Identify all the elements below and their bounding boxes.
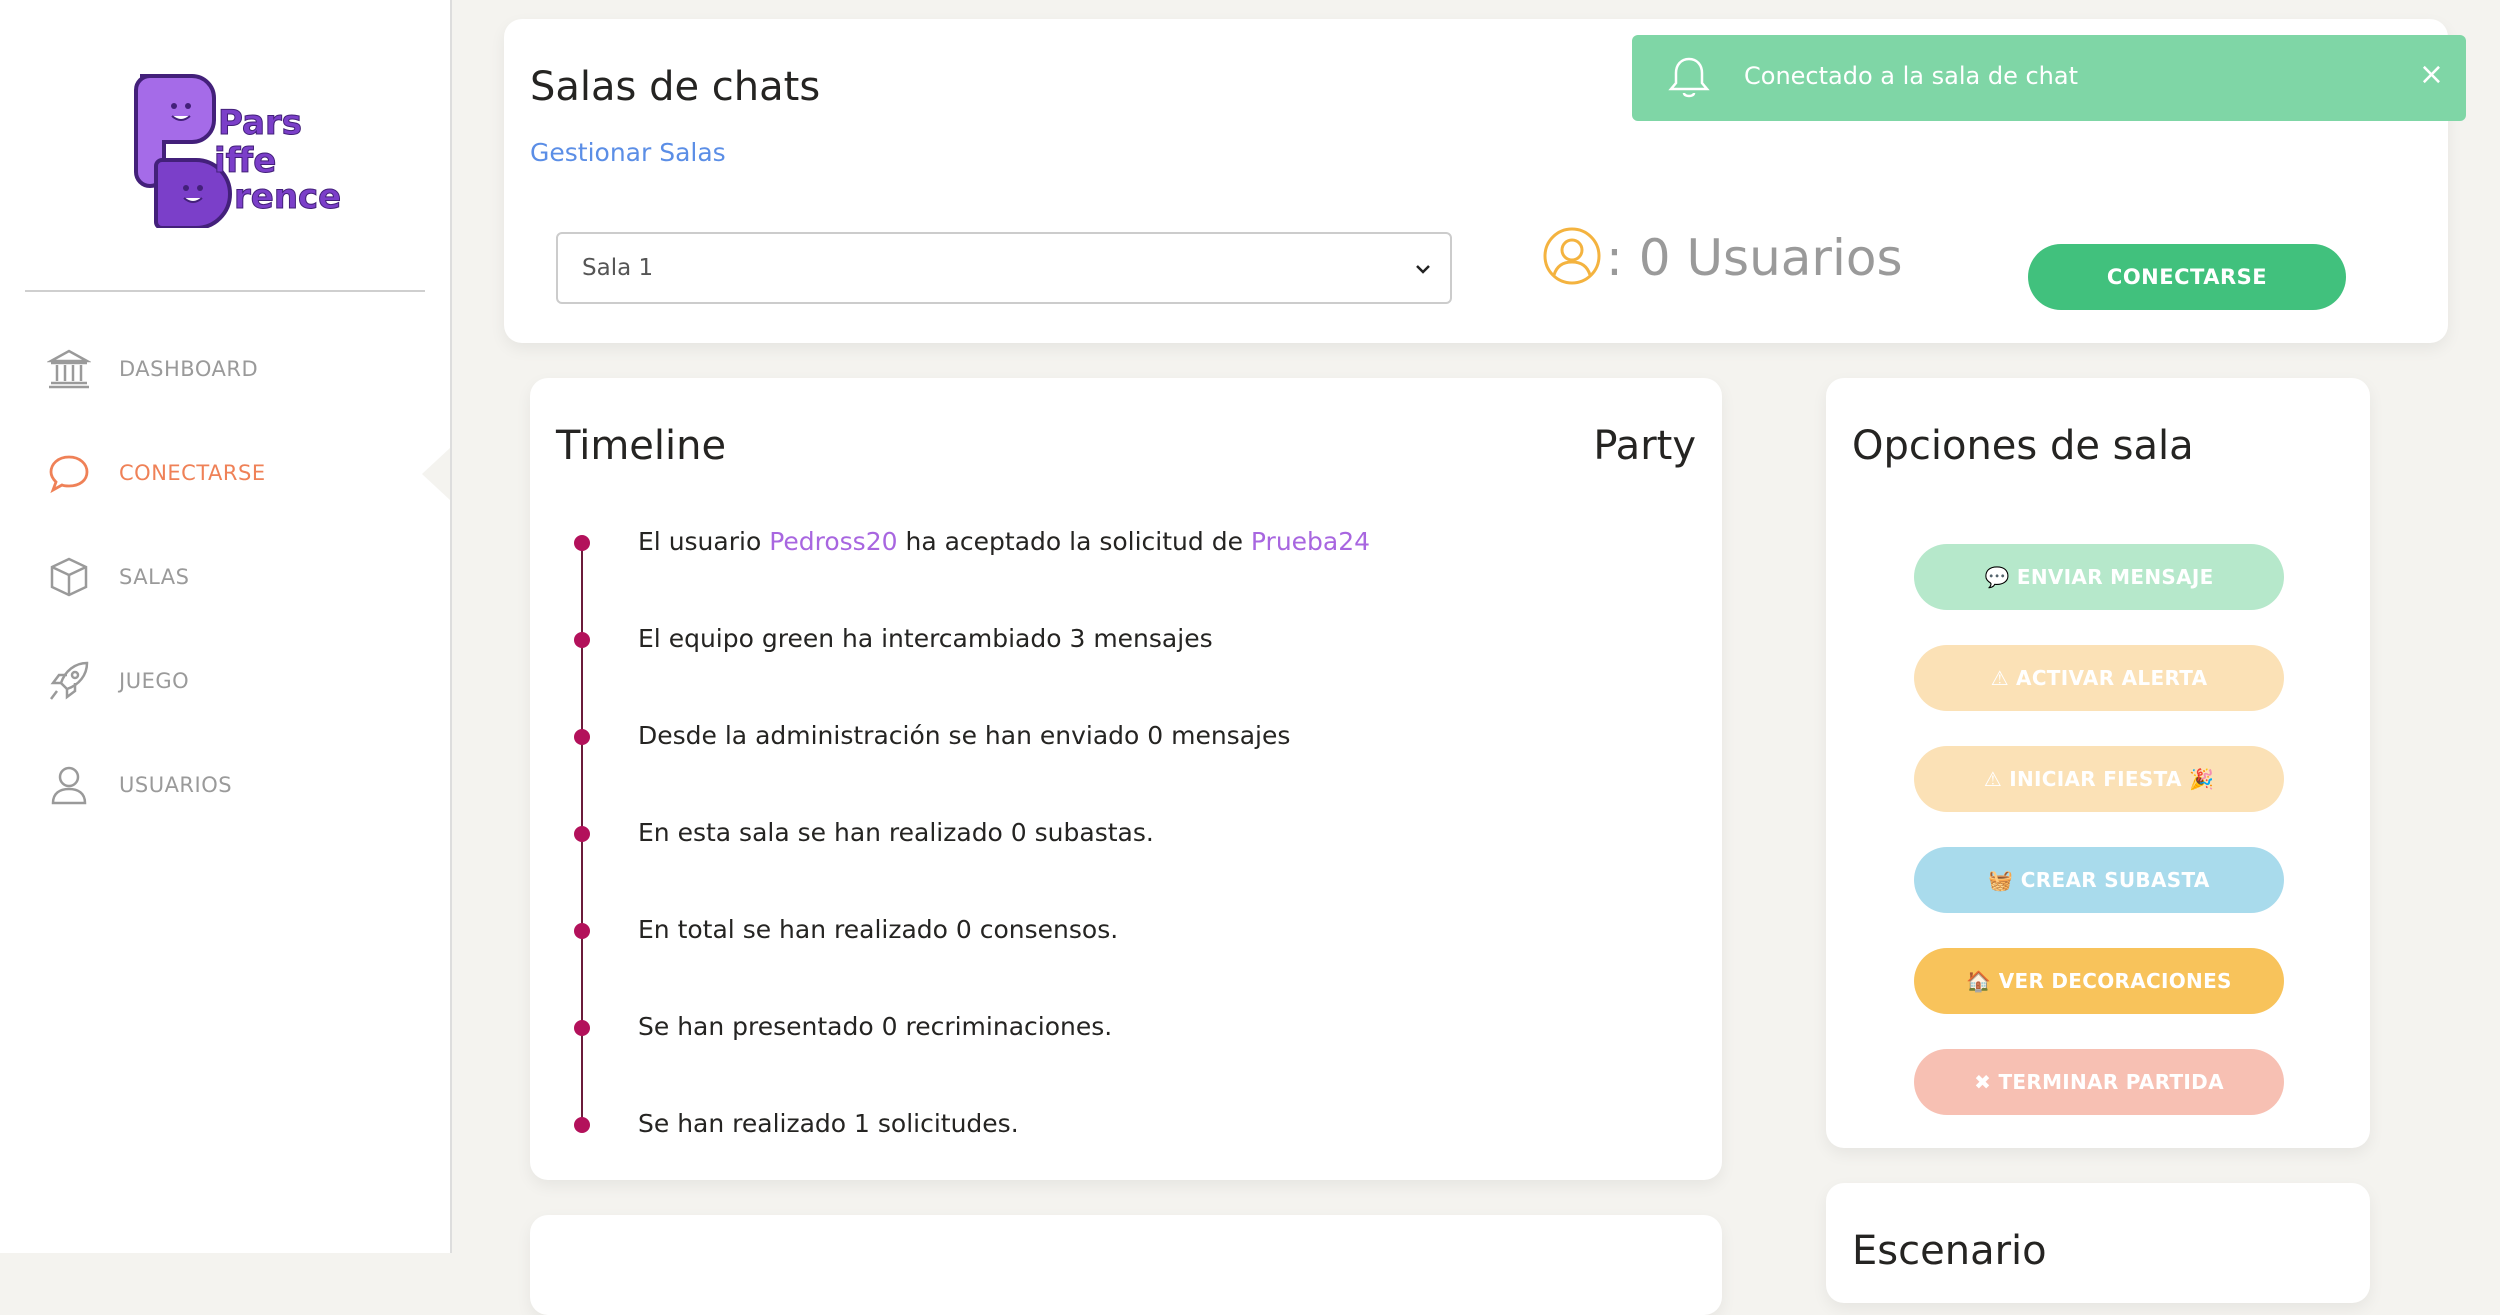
timeline-item: En total se han realizado 0 consensos. (530, 911, 1630, 951)
timeline-text: En esta sala se han realizado 0 subastas… (638, 818, 1154, 847)
logo-line-3: rence (234, 177, 340, 217)
logo-line-1: Pars (218, 103, 302, 143)
active-indicator (422, 448, 450, 500)
view-decorations-button[interactable]: 🏠 VER DECORACIONES (1914, 948, 2284, 1014)
options-title: Opciones de sala (1852, 423, 2194, 469)
sidebar-item-dashboard[interactable]: DASHBOARD (45, 339, 425, 399)
sidebar-item-label: USUARIOS (119, 773, 233, 797)
room-select-value: Sala 1 (582, 255, 654, 281)
create-auction-button[interactable]: 🧺 CREAR SUBASTA (1914, 847, 2284, 913)
bottom-card (530, 1215, 1722, 1315)
timeline-item: Desde la administración se han enviado 0… (530, 717, 1630, 757)
sidebar-item-usuarios[interactable]: USUARIOS (45, 755, 425, 815)
timeline-item: Se han presentado 0 recriminaciones. (530, 1008, 1630, 1048)
timeline-text: Desde la administración se han enviado 0… (638, 721, 1291, 750)
username-link[interactable]: Prueba24 (1251, 527, 1370, 556)
timeline-text: Se han realizado 1 solicitudes. (638, 1109, 1019, 1138)
manage-rooms-link[interactable]: Gestionar Salas (530, 138, 726, 167)
timeline-dot (574, 535, 590, 551)
timeline-card: Timeline Party El usuario Pedross20 ha a… (530, 378, 1722, 1180)
timeline-text-part: ha aceptado la solicitud de (897, 527, 1251, 556)
users-count: : 0 Usuarios (1606, 229, 1903, 287)
timeline-dot (574, 632, 590, 648)
timeline-item: El usuario Pedross20 ha aceptado la soli… (530, 523, 1630, 563)
stage-card: Escenario (1826, 1183, 2370, 1303)
room-select[interactable]: Sala 1 (556, 232, 1452, 304)
username-link[interactable]: Pedross20 (769, 527, 897, 556)
sidebar-item-label: SALAS (119, 565, 190, 589)
timeline-item: En esta sala se han realizado 0 subastas… (530, 814, 1630, 854)
notification-toast: Conectado a la sala de chat × (1632, 35, 2466, 121)
rocket-icon (45, 657, 93, 705)
timeline-text: En total se han realizado 0 consensos. (638, 915, 1119, 944)
close-icon[interactable]: × (2419, 57, 2444, 92)
end-game-button[interactable]: ✖ TERMINAR PARTIDA (1914, 1049, 2284, 1115)
timeline-item: El equipo green ha intercambiado 3 mensa… (530, 620, 1630, 660)
user-circle-icon (1542, 226, 1602, 290)
timeline-title: Timeline (556, 423, 727, 469)
sidebar-item-label: CONECTARSE (119, 461, 266, 485)
timeline-text-part: El usuario (638, 527, 770, 556)
timeline-text: Se han presentado 0 recriminaciones. (638, 1012, 1113, 1041)
timeline-party-label: Party (1593, 423, 1696, 469)
bell-icon (1666, 55, 1712, 105)
pars-difference-logo[interactable]: Pars iffe rence (130, 72, 340, 228)
sidebar-divider (25, 290, 425, 292)
room-options-card: Opciones de sala 💬 ENVIAR MENSAJE ⚠ ACTI… (1826, 378, 2370, 1148)
toast-message: Conectado a la sala de chat (1744, 62, 2078, 90)
box-icon (45, 553, 93, 601)
timeline-dot (574, 923, 590, 939)
connect-button[interactable]: CONECTARSE (2028, 244, 2346, 310)
users-counter: : 0 Usuarios (1542, 226, 1903, 290)
bank-icon (45, 345, 93, 393)
timeline-text: El usuario Pedross20 ha aceptado la soli… (638, 527, 1370, 556)
sidebar-item-conectarse[interactable]: CONECTARSE (45, 443, 425, 503)
timeline-item: Se han realizado 1 solicitudes. (530, 1105, 1630, 1145)
send-message-button[interactable]: 💬 ENVIAR MENSAJE (1914, 544, 2284, 610)
timeline-dot (574, 1020, 590, 1036)
chat-icon (45, 449, 93, 497)
sidebar-item-label: DASHBOARD (119, 357, 259, 381)
timeline-dot (574, 826, 590, 842)
activate-alert-button[interactable]: ⚠ ACTIVAR ALERTA (1914, 645, 2284, 711)
sidebar: Pars iffe rence DASHBOARD CONECTARSE SAL… (0, 0, 452, 1253)
timeline-dot (574, 729, 590, 745)
start-party-button[interactable]: ⚠ INICIAR FIESTA 🎉 (1914, 746, 2284, 812)
timeline-text: El equipo green ha intercambiado 3 mensa… (638, 624, 1213, 653)
sidebar-item-label: JUEGO (119, 669, 190, 693)
sidebar-item-juego[interactable]: JUEGO (45, 651, 425, 711)
page-title: Salas de chats (530, 64, 821, 110)
user-icon (45, 761, 93, 809)
sidebar-item-salas[interactable]: SALAS (45, 547, 425, 607)
chevron-down-icon (1414, 258, 1432, 284)
timeline-dot (574, 1117, 590, 1133)
stage-title: Escenario (1852, 1228, 2047, 1274)
logo-line-2: iffe (214, 141, 276, 181)
